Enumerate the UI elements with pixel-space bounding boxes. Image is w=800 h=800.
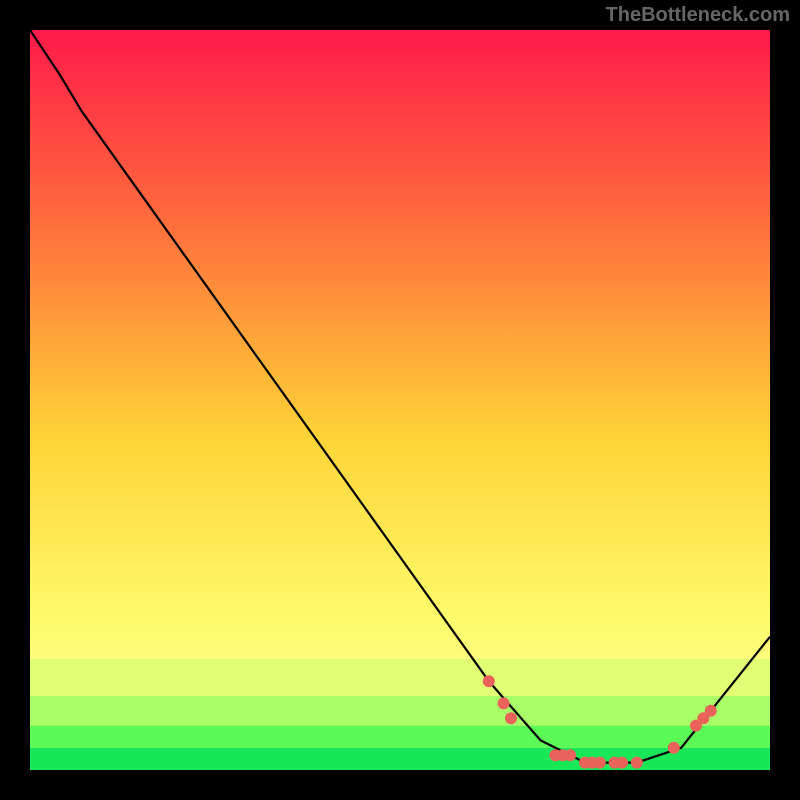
chart-frame: TheBottleneck.com <box>0 0 800 800</box>
data-point <box>594 757 606 769</box>
safe-zone-bands <box>30 659 770 770</box>
attribution-label: TheBottleneck.com <box>606 4 790 27</box>
data-point <box>616 757 628 769</box>
data-point <box>483 675 495 687</box>
data-point <box>705 705 717 717</box>
data-point <box>505 712 517 724</box>
chart-svg <box>30 30 770 770</box>
data-point <box>564 749 576 761</box>
data-point <box>668 742 680 754</box>
data-point <box>498 697 510 709</box>
plot-area <box>30 30 770 770</box>
data-point <box>631 757 643 769</box>
